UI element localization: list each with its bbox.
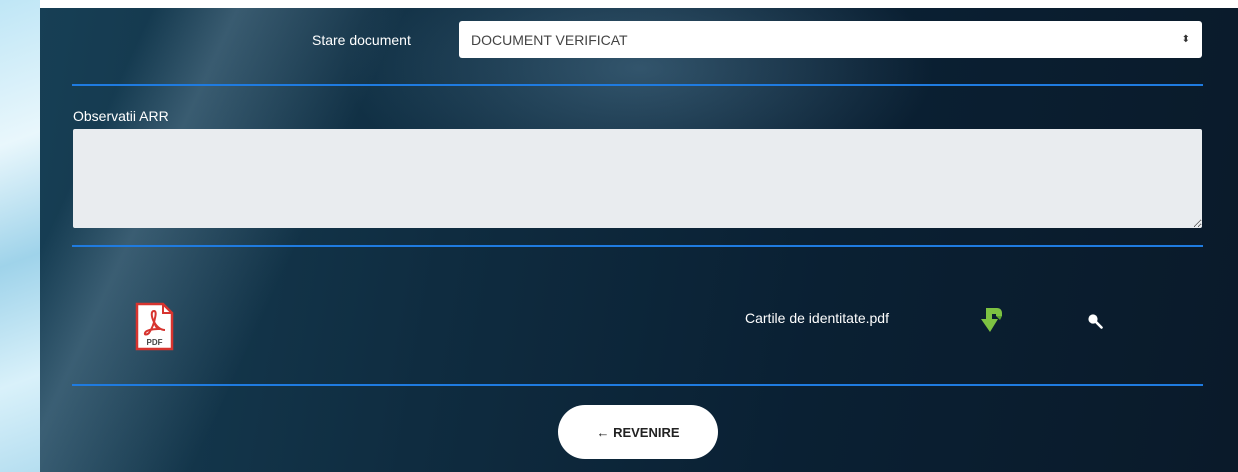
- background-strip: [0, 0, 40, 472]
- state-label: Stare document: [312, 32, 411, 48]
- state-select[interactable]: DOCUMENT VERIFICAT ⬍: [459, 21, 1202, 58]
- chevron-updown-icon: ⬍: [1181, 34, 1190, 45]
- file-name: Cartile de identitate.pdf: [745, 310, 889, 326]
- observations-label: Observatii ARR: [73, 108, 169, 124]
- divider: [72, 245, 1203, 247]
- observations-textarea[interactable]: [73, 129, 1202, 228]
- back-button[interactable]: ← REVENIRE: [558, 405, 718, 459]
- divider: [72, 384, 1203, 386]
- download-icon[interactable]: [978, 306, 1004, 334]
- pdf-icon: PDF: [135, 302, 174, 351]
- document-panel: Stare document DOCUMENT VERIFICAT ⬍ Obse…: [40, 8, 1238, 472]
- state-select-value: DOCUMENT VERIFICAT: [471, 31, 628, 48]
- pdf-icon-text: PDF: [147, 338, 163, 347]
- search-icon[interactable]: [1087, 313, 1103, 329]
- divider: [72, 84, 1203, 86]
